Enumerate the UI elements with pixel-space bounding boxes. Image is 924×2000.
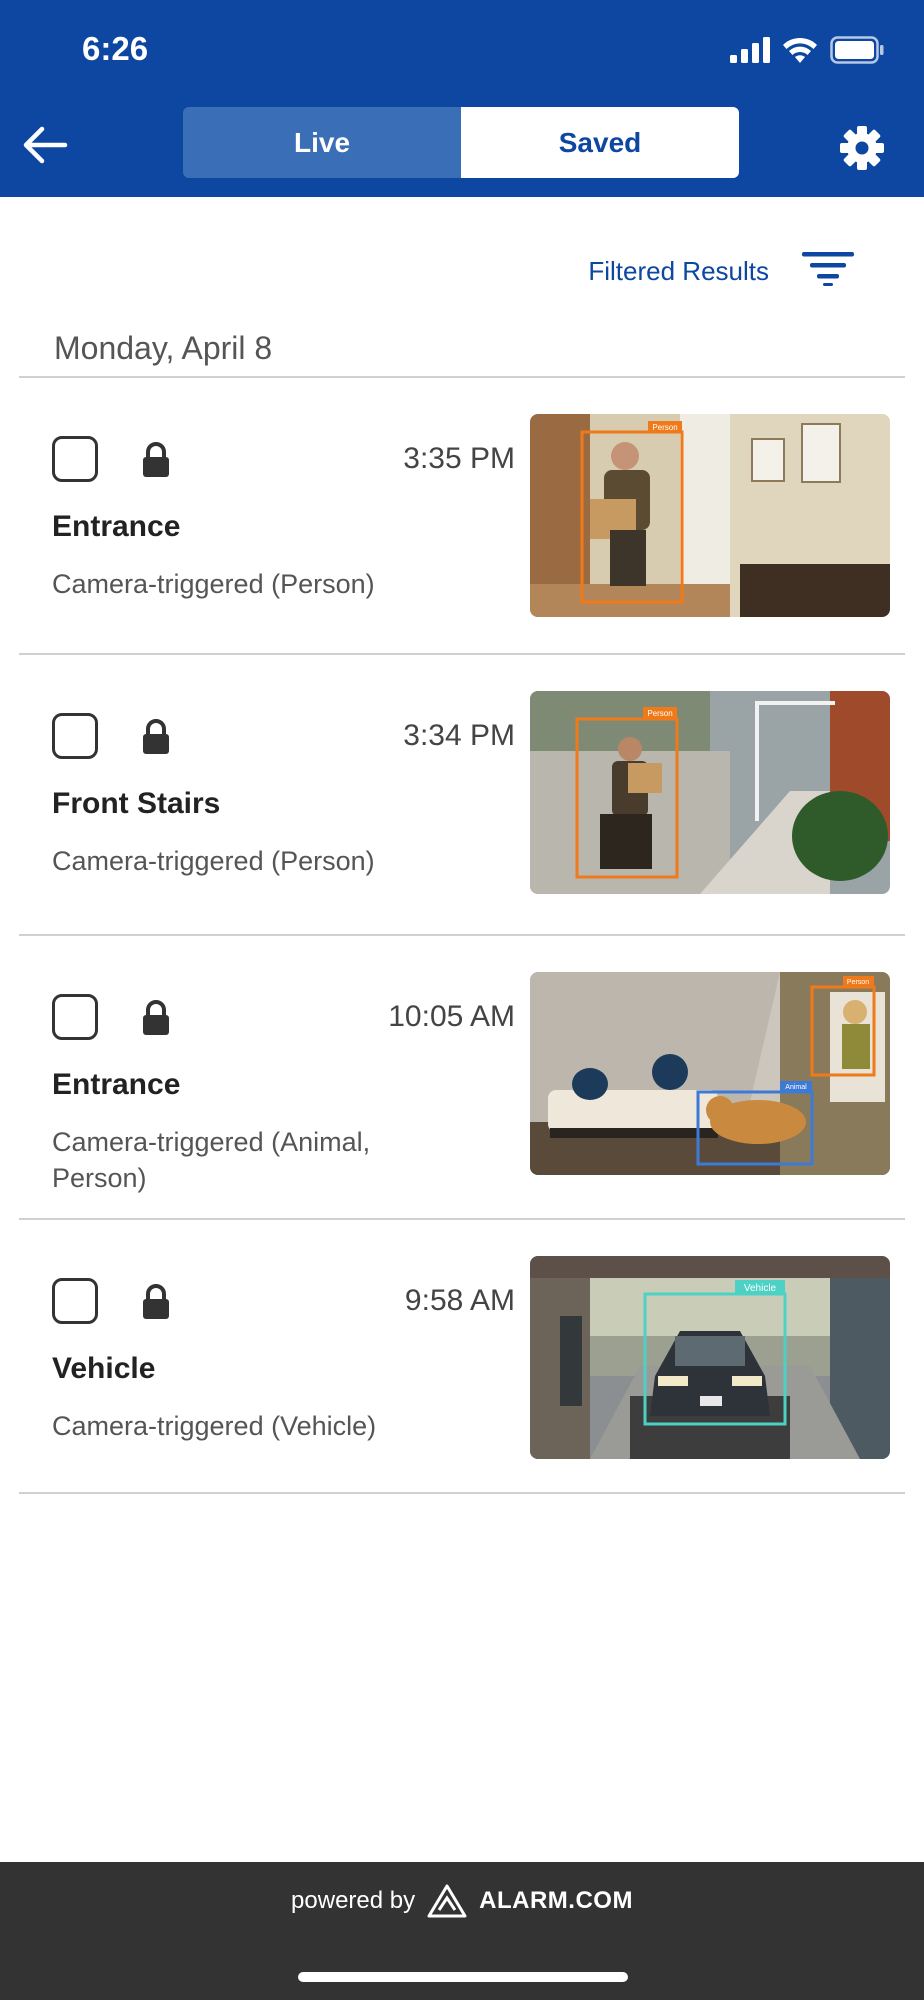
event-subtitle: Camera-triggered (Person) [52,569,375,599]
brand-name: ALARM.COM [479,1887,633,1914]
detection-label: Person [847,979,869,986]
lock-icon[interactable] [140,1284,172,1320]
event-time: 3:35 PM [403,442,515,475]
event-time: 9:58 AM [404,1284,515,1317]
lock-icon[interactable] [140,442,172,478]
powered-by-text: powered by [291,1887,416,1914]
lock-icon[interactable] [140,719,172,755]
detection-label: Person [652,423,677,432]
footer: powered by ALARM.COM [0,1862,924,2000]
event-subtitle: Camera-triggered (Person) [52,846,375,876]
view-segmented-control: Live Saved [183,107,739,178]
tab-saved[interactable]: Saved [461,107,739,178]
lock-icon[interactable] [140,1000,172,1036]
powered-by: powered by ALARM.COM [0,1884,924,1918]
event-title: Front Stairs [52,787,221,820]
filter-row[interactable]: Filtered Results [0,246,924,298]
event-subtitle: Camera-triggered (Vehicle) [52,1411,377,1441]
status-time: 6:26 [82,30,149,67]
detection-label: Vehicle [744,1283,777,1294]
filter-label[interactable]: Filtered Results [588,256,769,287]
alarm-logo-icon [427,1884,467,1918]
battery-icon [830,36,884,64]
divider [19,376,905,378]
event-title: Vehicle [52,1352,156,1385]
status-icons [730,36,884,64]
select-checkbox[interactable] [52,994,98,1040]
select-checkbox[interactable] [52,1278,98,1324]
event-thumbnail[interactable]: Person Animal [530,972,890,1175]
tab-live[interactable]: Live [183,107,461,178]
date-group-header: Monday, April 8 [54,330,273,366]
divider [19,1492,905,1494]
select-checkbox[interactable] [52,436,98,482]
event-time: 3:34 PM [403,719,515,752]
divider [19,934,905,936]
divider [19,1218,905,1220]
home-indicator[interactable] [298,1972,628,1982]
divider [19,653,905,655]
app-header: 6:26 Live Saved [0,0,924,197]
event-thumbnail[interactable]: Person [530,691,890,894]
event-subtitle: Camera-triggered (Animal, Person) [52,1127,371,1193]
signal-icon [730,37,770,63]
event-thumbnail[interactable]: Vehicle [530,1256,890,1459]
event-title: Entrance [52,510,181,543]
event-thumbnail[interactable]: Person [530,414,890,617]
event-time: 10:05 AM [388,1000,515,1033]
event-title: Entrance [52,1068,181,1101]
gear-icon[interactable] [838,124,886,172]
filter-icon[interactable] [802,250,854,286]
back-arrow-icon[interactable] [20,120,70,170]
detection-label: Person [647,709,672,718]
wifi-icon [783,37,817,63]
select-checkbox[interactable] [52,713,98,759]
detection-label: Animal [785,1084,807,1091]
